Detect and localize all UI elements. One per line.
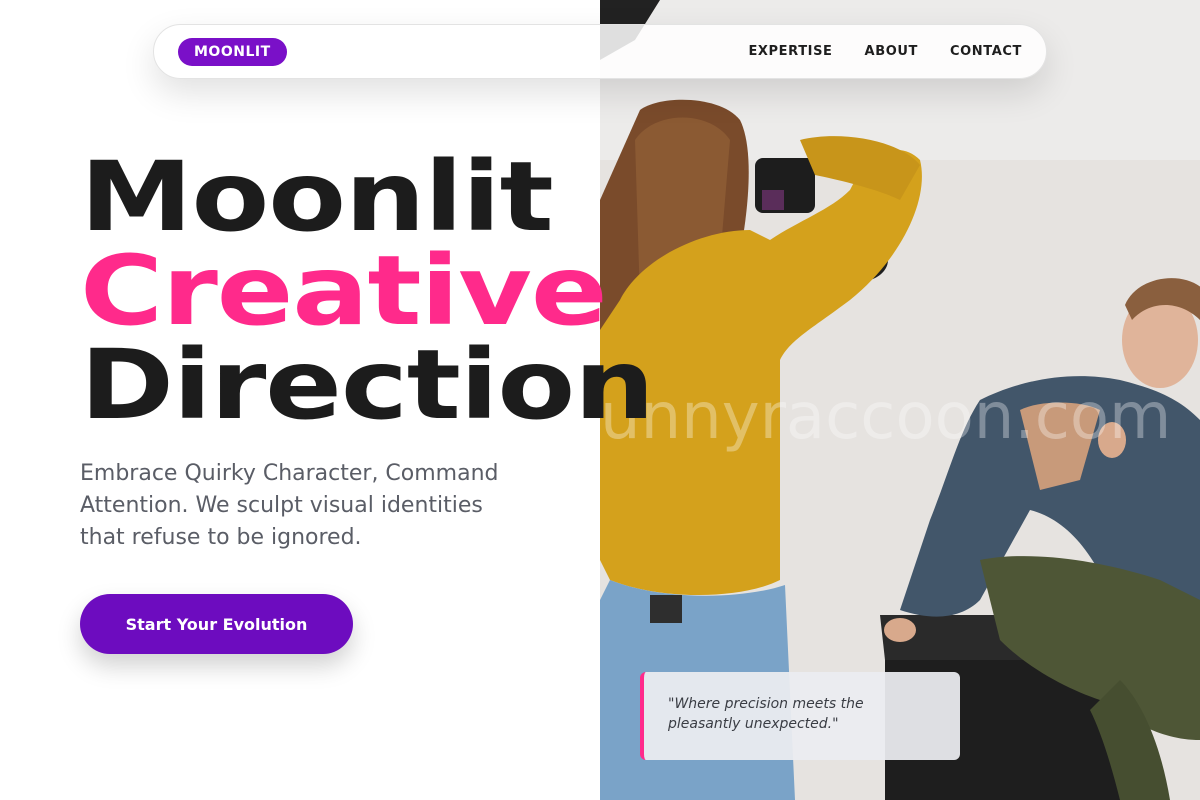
quote-text: "Where precision meets the pleasantly un…	[668, 696, 864, 732]
top-navigation: MOONLIT EXPERTISE ABOUT CONTACT	[153, 24, 1047, 79]
start-evolution-button[interactable]: Start Your Evolution	[80, 594, 353, 654]
nav-link-expertise[interactable]: EXPERTISE	[748, 44, 832, 59]
hero-headline: Moonlit Creative Direction	[80, 149, 655, 433]
headline-line-3: Direction	[80, 329, 655, 441]
quote-card: "Where precision meets the pleasantly un…	[640, 672, 960, 760]
nav-link-contact[interactable]: CONTACT	[950, 44, 1022, 59]
headline-line-1: Moonlit	[80, 141, 554, 253]
headline-line-2: Creative	[80, 235, 608, 347]
brand-logo[interactable]: MOONLIT	[178, 37, 287, 66]
photo-watermark: unnyraccoon.com	[600, 380, 1172, 454]
hero-subtext: Embrace Quirky Character, Command Attent…	[80, 461, 499, 550]
nav-links: EXPERTISE ABOUT CONTACT	[748, 44, 1022, 59]
nav-link-about[interactable]: ABOUT	[865, 44, 918, 59]
